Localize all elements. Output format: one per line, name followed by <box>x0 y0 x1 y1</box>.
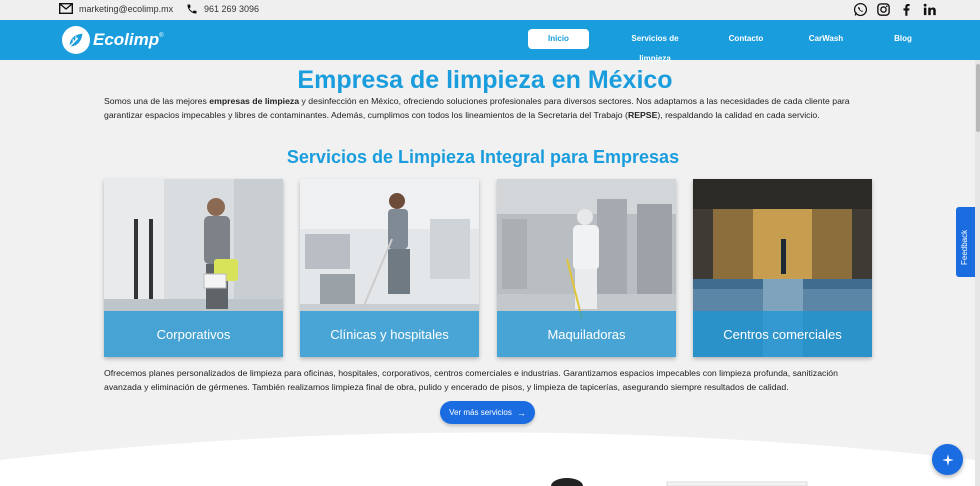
card-label: Centros comerciales <box>723 326 842 342</box>
card-maquiladoras[interactable]: Maquiladoras <box>497 179 676 357</box>
chat-fab-button[interactable] <box>932 444 963 475</box>
main-nav: Ecolimp ® Inicio Servicios de limpieza C… <box>0 20 980 63</box>
scrollbar-thumb[interactable] <box>976 64 980 132</box>
phone-icon <box>187 4 197 14</box>
card-label-band: Centros comerciales <box>693 311 872 357</box>
social-links <box>852 1 938 18</box>
intro-paragraph: Somos una de las mejores empresas de lim… <box>104 95 864 122</box>
more-services-button[interactable]: Ver más servicios → <box>440 401 535 424</box>
card-corporativos[interactable]: Corporativos <box>104 179 283 357</box>
contact-bar: marketing@ecolimp.mx 961 269 3096 <box>0 0 980 20</box>
intro-text-3: ), respaldando la calidad en cada servic… <box>657 109 820 120</box>
nav-item-servicios[interactable]: Servicios de limpieza <box>615 29 695 63</box>
card-centros-comerciales[interactable]: Centros comerciales <box>693 179 872 357</box>
nav-item-contacto[interactable]: Contacto <box>721 29 771 49</box>
nav-item-inicio[interactable]: Inicio <box>528 29 589 49</box>
section-divider-wave <box>0 432 975 486</box>
intro-bold-2: REPSE <box>627 109 658 120</box>
card-label-band: Corporativos <box>104 311 283 357</box>
linkedin-icon[interactable] <box>921 1 938 18</box>
card-label: Corporativos <box>156 326 231 342</box>
mail-icon <box>59 3 73 14</box>
card-label: Clínicas y hospitales <box>330 326 449 342</box>
phone-text: 961 269 3096 <box>204 4 260 14</box>
more-services-label: Ver más servicios <box>449 408 512 417</box>
card-label-band: Clínicas y hospitales <box>300 311 479 357</box>
phone-link[interactable]: 961 269 3096 <box>186 3 259 15</box>
card-label-band: Maquiladoras <box>497 311 676 357</box>
email-text: marketing@ecolimp.mx <box>79 3 174 14</box>
sparkle-icon <box>941 453 954 466</box>
nav-item-blog[interactable]: Blog <box>888 29 918 49</box>
feedback-label: Feedback <box>960 229 969 265</box>
email-link[interactable]: marketing@ecolimp.mx <box>59 3 173 14</box>
card-clinicas[interactable]: Clínicas y hospitales <box>300 179 479 357</box>
whatsapp-icon[interactable] <box>852 1 869 18</box>
brand-name: Ecolimp <box>93 30 160 49</box>
facebook-icon[interactable] <box>898 1 915 18</box>
nav-menu: Inicio Servicios de limpieza Contacto Ca… <box>528 29 918 63</box>
registered-mark: ® <box>159 33 164 39</box>
card-label: Maquiladoras <box>547 326 626 342</box>
arrow-right-icon: → <box>516 407 526 418</box>
services-description: Ofrecemos planes personalizados de limpi… <box>104 368 838 392</box>
page-title: Empresa de limpieza en México <box>297 66 673 94</box>
nav-item-carwash[interactable]: CarWash <box>801 29 851 49</box>
service-cards: Corporativos Clínicas y hospitales Maqui… <box>104 179 872 357</box>
intro-bold-1: empresas de limpieza <box>209 96 300 106</box>
brand-logo[interactable]: Ecolimp ® <box>62 26 164 54</box>
services-heading: Servicios de Limpieza Integral para Empr… <box>286 147 680 167</box>
intro-text-1: Somos una de las mejores <box>104 96 210 106</box>
leaf-icon <box>62 26 90 54</box>
feedback-tab[interactable]: Feedback <box>956 207 975 277</box>
instagram-icon[interactable] <box>875 1 892 18</box>
